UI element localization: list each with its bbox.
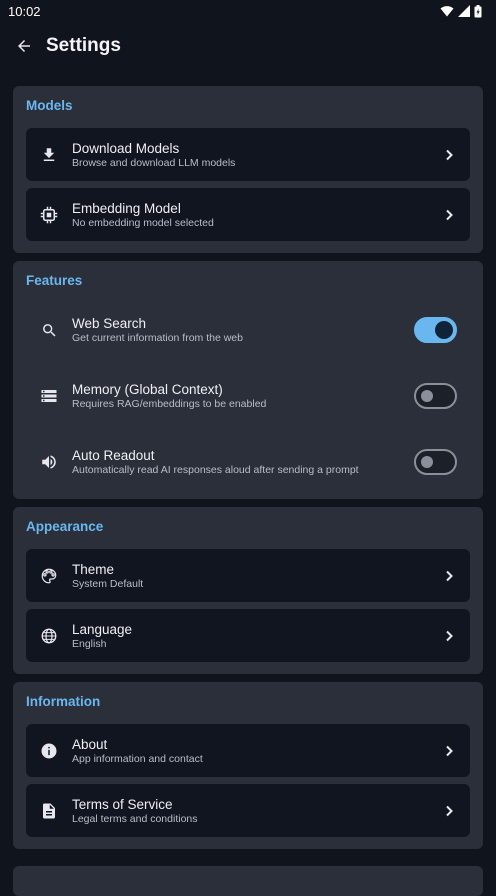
chevron-right-icon [442,208,456,222]
settings-content: Models Download Models Browse and downlo… [13,86,483,857]
web-search-toggle[interactable] [414,317,457,343]
storage-icon [38,385,60,407]
appearance-section: Appearance Theme System Default Language… [13,507,483,674]
status-icons [440,4,482,18]
embedding-model-item[interactable]: Embedding Model No embedding model selec… [26,188,470,241]
info-icon [38,740,60,762]
search-icon [38,319,60,341]
signal-icon [458,5,470,17]
chevron-right-icon [442,804,456,818]
arrow-back-icon [18,40,30,52]
next-section-partial [13,866,483,896]
wifi-icon [440,6,454,17]
item-title: Language [72,621,133,637]
section-title: Features [26,273,83,288]
back-button[interactable] [6,28,42,64]
toggle-knob [435,321,453,339]
models-section: Models Download Models Browse and downlo… [13,86,483,253]
section-title: Information [26,694,101,709]
item-subtitle: Legal terms and conditions [72,812,198,825]
auto-readout-row: Auto Readout Automatically read AI respo… [26,429,470,495]
item-subtitle: Get current information from the web [72,332,243,344]
information-section: Information About App information and co… [13,682,483,849]
item-subtitle: Browse and download LLM models [72,156,236,169]
item-title: Memory (Global Context) [72,382,223,397]
item-subtitle: English [72,637,107,650]
document-icon [38,800,60,822]
item-title: Download Models [72,140,180,156]
chevron-right-icon [442,744,456,758]
status-bar: 10:02 [0,0,496,22]
item-title: Web Search [72,316,147,331]
theme-item[interactable]: Theme System Default [26,549,470,602]
memory-row: Memory (Global Context) Requires RAG/emb… [26,363,470,429]
toggle-knob [421,456,433,468]
about-item[interactable]: About App information and contact [26,724,470,777]
battery-icon [474,4,482,17]
chip-icon [38,204,60,226]
chevron-right-icon [442,629,456,643]
section-title: Models [26,98,73,113]
volume-icon [38,451,60,473]
download-icon [38,144,60,166]
item-subtitle: App information and contact [72,752,203,765]
item-title: Theme [72,561,115,577]
memory-toggle[interactable] [414,383,457,409]
download-models-item[interactable]: Download Models Browse and download LLM … [26,128,470,181]
page-title: Settings [46,35,121,56]
section-title: Appearance [26,519,104,534]
status-time: 10:02 [8,3,41,19]
item-title: Embedding Model [72,200,181,216]
features-section: Features Web Search Get current informat… [13,261,483,499]
item-subtitle: Requires RAG/embeddings to be enabled [72,398,267,410]
item-title: About [72,736,108,752]
toggle-knob [421,390,433,402]
item-subtitle: No embedding model selected [72,216,214,229]
item-title: Terms of Service [72,796,173,812]
chevron-right-icon [442,148,456,162]
app-bar: Settings [0,22,496,70]
chevron-right-icon [442,569,456,583]
globe-icon [38,625,60,647]
terms-of-service-item[interactable]: Terms of Service Legal terms and conditi… [26,784,470,837]
web-search-row: Web Search Get current information from … [26,297,470,363]
palette-icon [38,565,60,587]
language-item[interactable]: Language English [26,609,470,662]
auto-readout-toggle[interactable] [414,449,457,475]
item-subtitle: System Default [72,577,144,590]
item-title: Auto Readout [72,448,155,463]
item-subtitle: Automatically read AI responses aloud af… [72,464,359,476]
